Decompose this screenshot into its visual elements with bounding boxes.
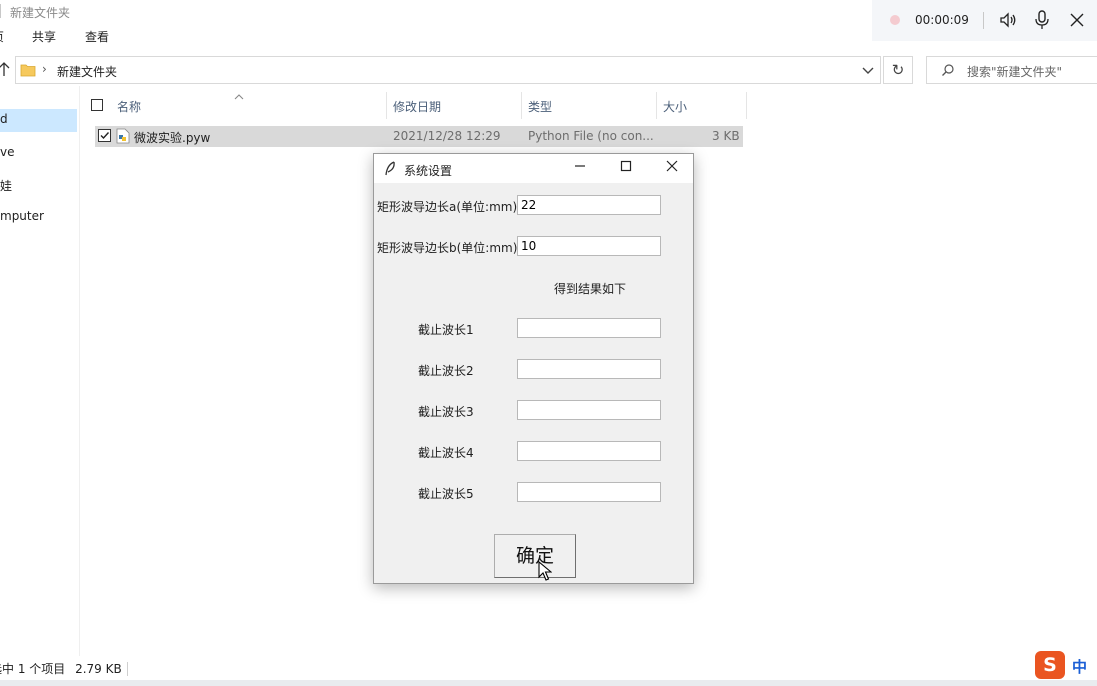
nav-selection-highlight [0, 109, 77, 132]
label-cutoff-5: 截止波长5 [418, 487, 474, 501]
chevron-down-icon[interactable] [862, 65, 874, 79]
recording-timer: 00:00:09 [915, 13, 969, 27]
label-cutoff-3: 截止波长3 [418, 405, 474, 419]
file-name[interactable]: 微波实验.pyw [134, 129, 210, 146]
refresh-icon: ↻ [891, 61, 905, 79]
mouse-cursor-icon [538, 560, 553, 584]
title-separator [0, 4, 1, 18]
minimize-icon [575, 165, 585, 167]
maximize-button[interactable] [603, 154, 649, 183]
label-cutoff-1: 截止波长1 [418, 323, 474, 337]
file-size: 3 KB [712, 129, 740, 143]
nav-item-wps[interactable]: 娃 [0, 177, 12, 194]
window-title: 新建文件夹 [10, 6, 71, 20]
up-arrow-icon[interactable] [0, 61, 10, 77]
nav-item-this-computer[interactable]: mputer [0, 209, 44, 223]
label-cutoff-2: 截止波长2 [418, 364, 474, 378]
status-divider [127, 662, 128, 676]
row-checkbox[interactable] [98, 129, 111, 142]
ribbon-tab-share[interactable]: 共享 [32, 28, 56, 45]
record-dot-icon[interactable] [890, 15, 900, 25]
confirm-button[interactable]: 确定 [494, 534, 576, 578]
speaker-icon[interactable] [999, 11, 1017, 32]
ribbon-tab-home[interactable]: 页 [0, 28, 4, 45]
folder-icon [20, 62, 36, 81]
ribbon-tab-view[interactable]: 查看 [85, 28, 109, 45]
label-side-b: 矩形波导边长b(单位:mm) [377, 241, 518, 255]
microphone-icon[interactable] [1034, 10, 1050, 33]
status-selected: 选中 1 个项目 [0, 662, 66, 676]
column-divider[interactable] [656, 92, 657, 119]
result-heading: 得到结果如下 [554, 282, 627, 296]
dialog-close-button[interactable] [649, 154, 695, 183]
ime-mode-indicator[interactable]: 中 [1072, 656, 1087, 677]
feather-icon [384, 161, 396, 180]
cutoff-5-output[interactable] [517, 482, 661, 502]
nav-item-onedrive[interactable]: ve [0, 145, 14, 159]
address-bar[interactable]: › 新建文件夹 [15, 56, 881, 84]
column-header-type[interactable]: 类型 [528, 98, 552, 115]
status-bar: 选中 1 个项目 2.79 KB [0, 660, 126, 677]
file-type: Python File (no con... [528, 129, 654, 143]
python-file-icon [116, 128, 130, 147]
cutoff-4-output[interactable] [517, 441, 661, 461]
column-header-date[interactable]: 修改日期 [393, 98, 441, 115]
table-row[interactable]: 微波实验.pyw 2021/12/28 12:29 Python File (n… [95, 126, 743, 147]
maximize-icon [620, 160, 632, 172]
cutoff-3-output[interactable] [517, 400, 661, 420]
dialog-titlebar[interactable]: 系统设置 [374, 154, 693, 183]
minimize-button[interactable] [557, 154, 603, 183]
column-header-name[interactable]: 名称 [117, 98, 141, 115]
cutoff-2-output[interactable] [517, 359, 661, 379]
refresh-button[interactable]: ↻ [883, 56, 913, 84]
sogou-ime-logo[interactable]: S [1035, 651, 1065, 679]
search-placeholder: 搜索"新建文件夹" [967, 65, 1063, 79]
settings-dialog: 系统设置 矩形波导边长a(单位:mm) 矩形波导边长b(单位:mm) 得到结果如… [373, 153, 694, 584]
breadcrumb-folder[interactable]: 新建文件夹 [57, 63, 117, 80]
label-side-a: 矩形波导边长a(单位:mm) [377, 200, 518, 214]
screen-recorder-toolbar: 00:00:09 [872, 0, 1097, 41]
search-input[interactable]: 搜索"新建文件夹" [926, 56, 1097, 84]
side-b-input[interactable] [517, 236, 661, 256]
dialog-title: 系统设置 [404, 164, 453, 178]
side-a-input[interactable] [517, 195, 661, 215]
breadcrumb-separator: › [42, 62, 47, 76]
column-header-size[interactable]: 大小 [663, 98, 687, 115]
nav-pane-divider [79, 86, 80, 656]
close-icon[interactable] [1069, 12, 1085, 31]
recorder-divider [983, 12, 984, 29]
file-date: 2021/12/28 12:29 [393, 129, 501, 143]
select-all-checkbox[interactable] [91, 99, 103, 111]
column-divider[interactable] [521, 92, 522, 119]
taskbar-edge [0, 680, 1097, 686]
sort-ascending-icon [234, 89, 244, 103]
nav-item-quick-access[interactable]: d [0, 112, 8, 126]
close-icon [666, 160, 678, 172]
column-divider[interactable] [746, 92, 747, 119]
cutoff-1-output[interactable] [517, 318, 661, 338]
search-icon [941, 63, 955, 80]
label-cutoff-4: 截止波长4 [418, 446, 474, 460]
status-size: 2.79 KB [75, 662, 122, 676]
column-divider[interactable] [386, 92, 387, 119]
